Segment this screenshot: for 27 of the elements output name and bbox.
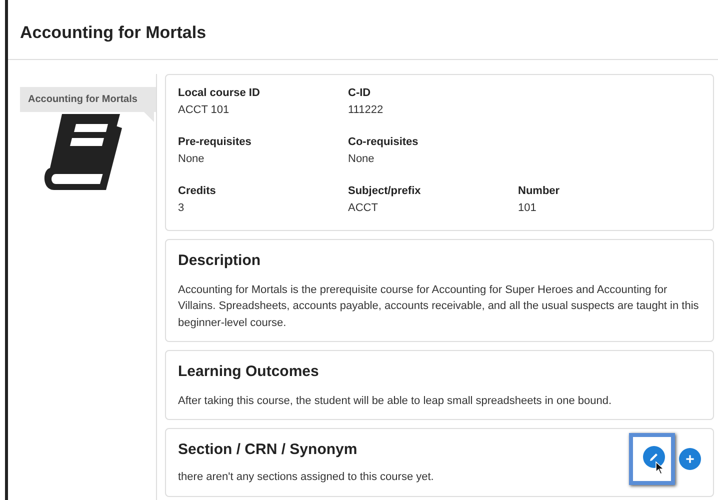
ribbon-fold bbox=[144, 112, 154, 122]
field-value: 111222 bbox=[348, 102, 384, 118]
field-label: Co-requisites bbox=[348, 135, 420, 150]
pencil-icon bbox=[649, 452, 659, 462]
field-label: Pre-requisites bbox=[178, 135, 252, 150]
section-title: Section / CRN / Synonym bbox=[178, 440, 358, 460]
course-ribbon: Accounting for Mortals bbox=[20, 87, 156, 112]
page-title: Accounting for Mortals bbox=[8, 0, 718, 60]
cursor-icon bbox=[655, 461, 665, 475]
edit-button[interactable] bbox=[643, 446, 665, 468]
field-label: Credits bbox=[178, 184, 217, 199]
field-label: Subject/prefix bbox=[348, 184, 422, 199]
section-title: Description bbox=[178, 251, 261, 271]
field-value: None bbox=[348, 152, 376, 166]
section-text: there aren't any sections assigned to this course yet. bbox=[178, 470, 435, 485]
field-label: Local course ID bbox=[178, 86, 261, 101]
field-value: ACCT bbox=[348, 200, 379, 216]
section-text: After taking this course, the student will be able to leap small spreadsheets in one bound. bbox=[178, 394, 613, 408]
add-button[interactable]: + bbox=[679, 448, 701, 470]
field-value: None bbox=[178, 152, 206, 166]
field-label: Number bbox=[518, 184, 561, 199]
field-value: 3 bbox=[178, 200, 186, 216]
field-value: 101 bbox=[518, 200, 538, 216]
field-value: ACCT 101 bbox=[178, 102, 230, 118]
section-title: Learning Outcomes bbox=[178, 362, 319, 382]
field-label: C-ID bbox=[348, 86, 372, 101]
section-text: Accounting for Mortals is the prerequisite course for Accounting for Super Heroes and Accounting for Villains. Spreadsheets, accounts payable, accounts receivable, and all the usual suspects are taught in this beginner-level course. bbox=[178, 282, 700, 330]
